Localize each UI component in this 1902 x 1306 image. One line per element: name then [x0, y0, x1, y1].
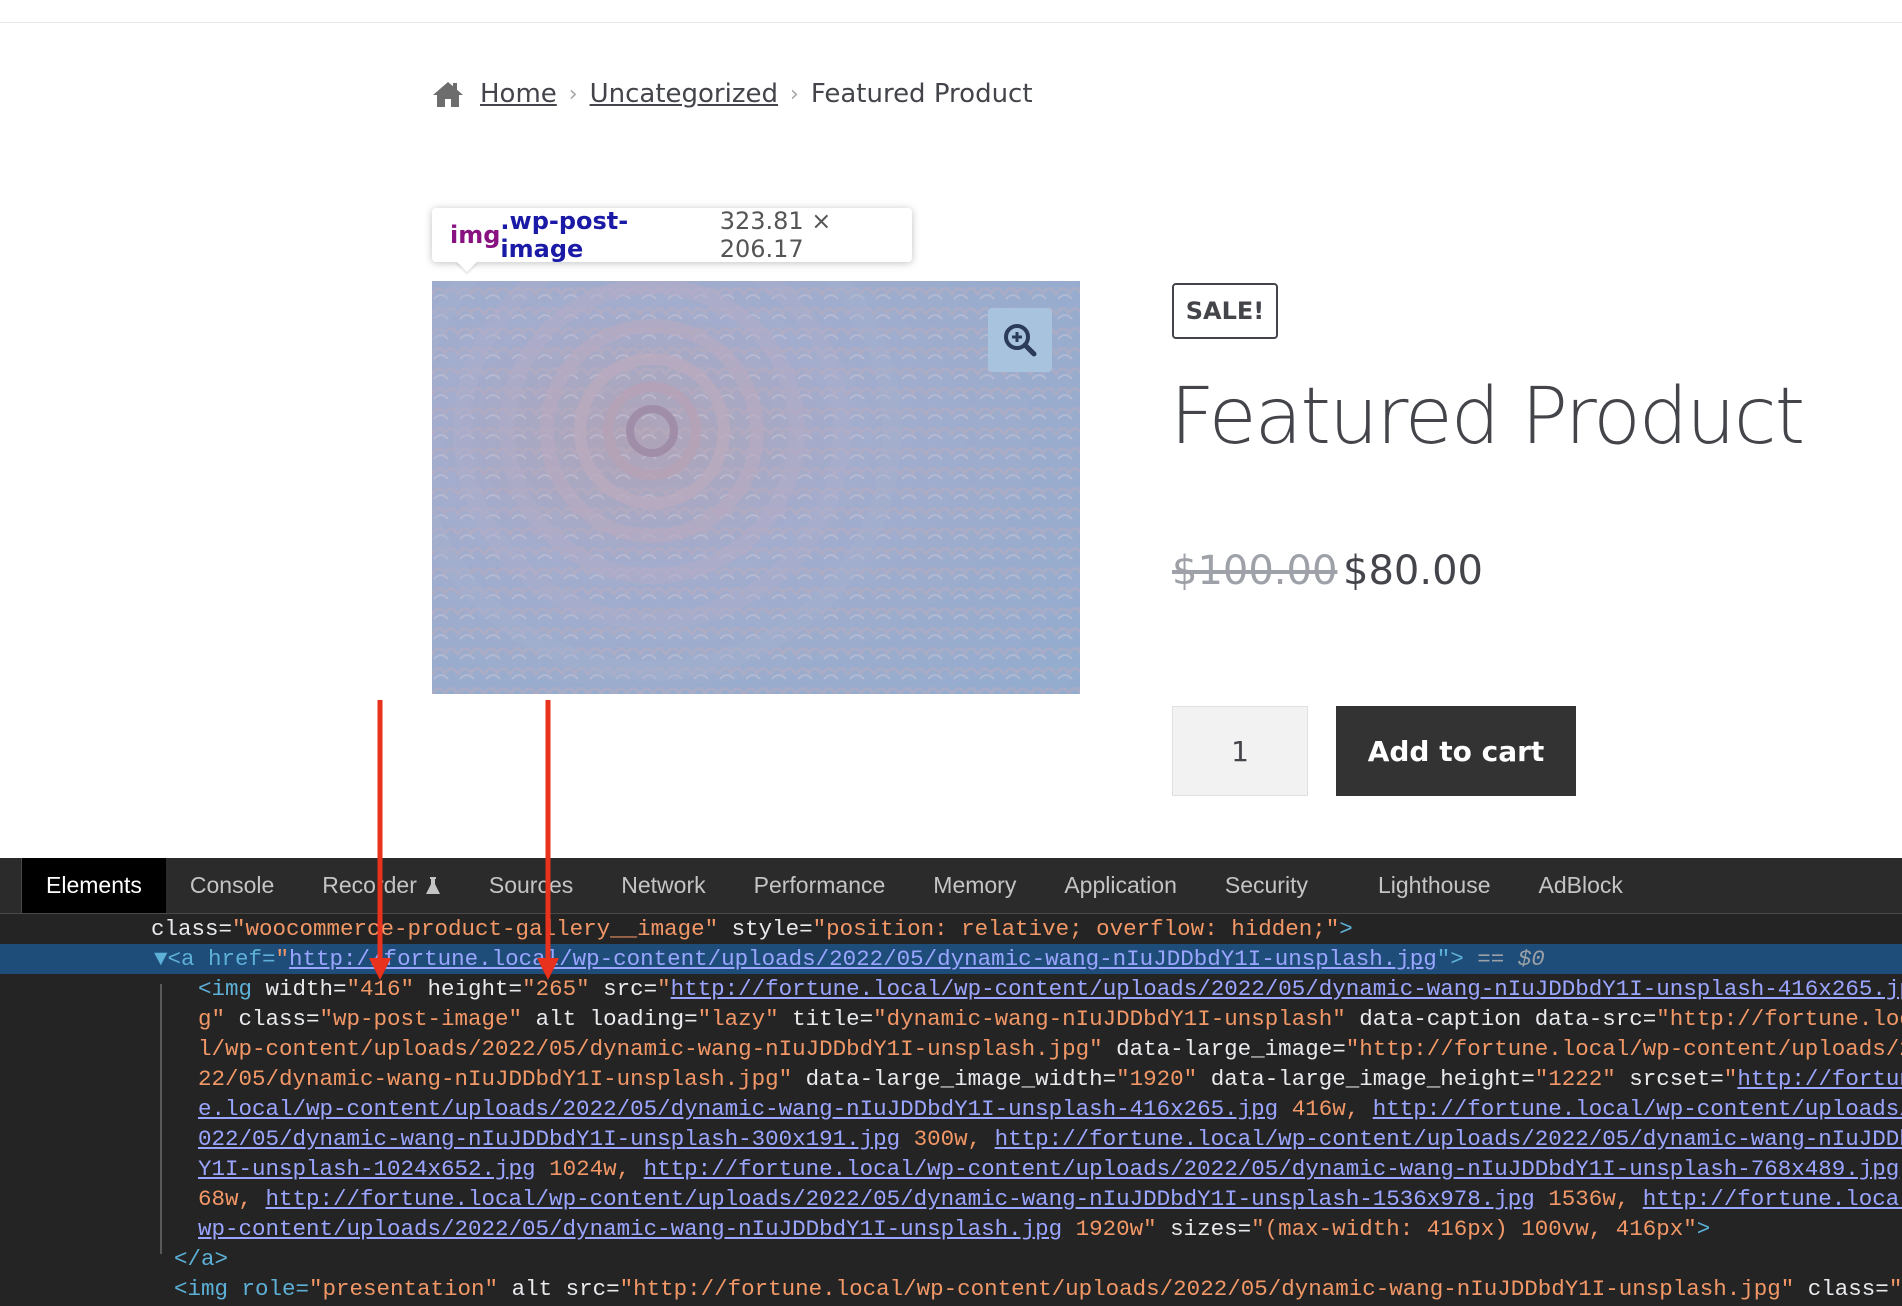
- dom-line[interactable]: wp-content/uploads/2022/05/dynamic-wang-…: [0, 1214, 1902, 1244]
- devtools-panel: Elements Console Recorder Sources Networ…: [0, 858, 1902, 1306]
- product-title: Featured Product: [1170, 372, 1805, 462]
- tab-application[interactable]: Application: [1040, 858, 1201, 913]
- img-src-link[interactable]: http://fortune.local/wp-content/uploads/…: [671, 976, 1902, 1002]
- tab-recorder[interactable]: Recorder: [298, 858, 465, 913]
- sale-price: $80.00: [1343, 548, 1483, 594]
- breadcrumb: Home › Uncategorized › Featured Product: [432, 74, 1033, 114]
- breadcrumb-separator-icon: ›: [790, 81, 799, 107]
- dom-line[interactable]: <img role="presentation" alt src="http:/…: [0, 1274, 1902, 1304]
- dom-line-selected[interactable]: ▼<a href="http://fortune.local/wp-conten…: [0, 944, 1902, 974]
- dom-line[interactable]: l/wp-content/uploads/2022/05/dynamic-wan…: [0, 1034, 1902, 1064]
- breadcrumb-current: Featured Product: [810, 79, 1033, 109]
- dom-line[interactable]: Y1I-unsplash-1024x652.jpg 1024w, http://…: [0, 1154, 1902, 1184]
- dom-line[interactable]: 22/05/dynamic-wang-nIuJDDbdY1I-unsplash.…: [0, 1064, 1902, 1094]
- tab-sources[interactable]: Sources: [465, 858, 597, 913]
- tooltip-class: .wp-post-image: [500, 207, 629, 263]
- anchor-href-link[interactable]: http://fortune.local/wp-content/uploads/…: [289, 946, 1437, 972]
- tab-adblock[interactable]: AdBlock: [1515, 858, 1647, 913]
- dom-line[interactable]: class="woocommerce-product-gallery__imag…: [0, 914, 1902, 944]
- tooltip-dimensions: 323.81 × 206.17: [719, 207, 832, 263]
- dom-line[interactable]: 022/05/dynamic-wang-nIuJDDbdY1I-unsplash…: [0, 1124, 1902, 1154]
- tab-security[interactable]: Security: [1201, 858, 1332, 913]
- tooltip-pointer: [456, 261, 478, 272]
- dom-line[interactable]: g" class="wp-post-image" alt loading="la…: [0, 1004, 1902, 1034]
- add-to-cart-button[interactable]: Add to cart: [1336, 706, 1576, 796]
- tab-recorder-label: Recorder: [322, 872, 417, 898]
- tab-console[interactable]: Console: [166, 858, 298, 913]
- tab-lighthouse[interactable]: Lighthouse: [1354, 858, 1515, 913]
- dom-line[interactable]: e.local/wp-content/uploads/2022/05/dynam…: [0, 1094, 1902, 1124]
- breadcrumb-category-link[interactable]: Uncategorized: [590, 79, 778, 109]
- zoom-button[interactable]: [988, 308, 1052, 372]
- tab-elements[interactable]: Elements: [22, 858, 166, 913]
- home-icon: [433, 82, 463, 107]
- tab-performance[interactable]: Performance: [730, 858, 910, 913]
- sale-badge: SALE!: [1172, 283, 1278, 339]
- quantity-input[interactable]: 1: [1172, 706, 1308, 796]
- zoom-in-icon: [1004, 324, 1037, 357]
- breadcrumb-home-link[interactable]: Home: [480, 79, 557, 109]
- tab-memory[interactable]: Memory: [909, 858, 1040, 913]
- tree-indent-guide: [160, 984, 162, 1254]
- experimental-flask-icon: [425, 876, 440, 894]
- regular-price: $100.00: [1172, 548, 1338, 594]
- dom-line[interactable]: </a>: [0, 1244, 1902, 1274]
- tab-network[interactable]: Network: [597, 858, 729, 913]
- dom-line[interactable]: <img width="416" height="265" src="http:…: [0, 974, 1902, 1004]
- breadcrumb-separator-icon: ›: [568, 81, 578, 107]
- devtools-tabbar-spacer: [0, 858, 22, 913]
- product-image[interactable]: [432, 281, 1080, 694]
- dom-line[interactable]: 68w, http://fortune.local/wp-content/upl…: [0, 1184, 1902, 1214]
- inspector-tooltip: img .wp-post-image 323.81 × 206.17: [432, 207, 912, 263]
- header-divider: [0, 22, 1902, 23]
- devtools-tabbar: Elements Console Recorder Sources Networ…: [0, 858, 1902, 914]
- fractal-image: [432, 281, 1080, 694]
- tooltip-tag: img: [450, 221, 501, 249]
